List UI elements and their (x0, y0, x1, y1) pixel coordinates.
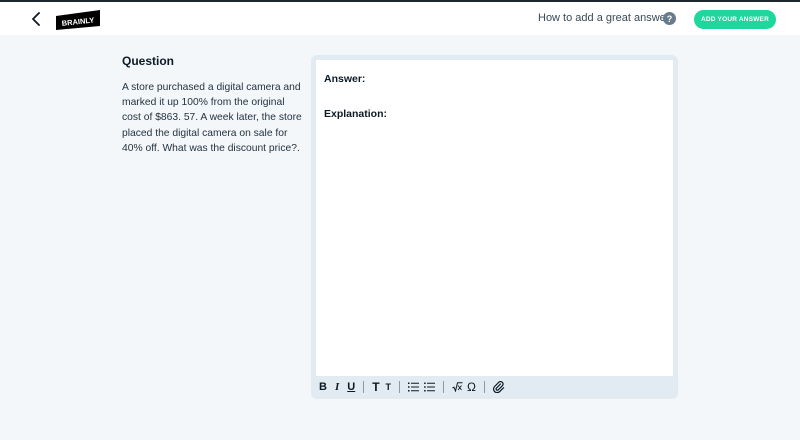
bullet-list-icon[interactable] (424, 379, 436, 395)
back-button[interactable] (28, 10, 44, 28)
add-answer-button[interactable]: ADD YOUR ANSWER (694, 10, 776, 29)
toolbar-divider (363, 381, 365, 393)
brainly-logo[interactable]: BRAINLY (55, 10, 101, 30)
toolbar-divider (443, 381, 445, 393)
omega-icon[interactable]: Ω (467, 379, 476, 395)
explanation-label: Explanation: (324, 108, 388, 120)
italic-icon[interactable]: I (335, 379, 339, 395)
bold-icon[interactable]: B (319, 379, 327, 395)
toolbar-divider (484, 381, 486, 393)
ordered-list-icon[interactable] (408, 379, 420, 395)
question-mark-icon[interactable]: ? (663, 12, 676, 25)
text-large-icon[interactable]: T (372, 379, 379, 395)
question-title: Question (122, 54, 175, 68)
header-bar: BRAINLY How to add a great answer ? ADD … (0, 2, 800, 35)
help-link[interactable]: How to add a great answer (538, 12, 669, 24)
underline-icon[interactable]: U (347, 379, 355, 395)
answer-label: Answer: (324, 73, 366, 85)
square-root-icon[interactable] (452, 379, 463, 395)
editor-toolbar: B I U T T Ω (316, 376, 673, 398)
paperclip-icon[interactable] (493, 379, 505, 395)
toolbar-divider (399, 381, 401, 393)
question-body: A store purchased a digital camera and m… (122, 82, 302, 154)
answer-textarea[interactable]: Answer: Explanation: (316, 60, 673, 376)
text-small-icon[interactable]: T (386, 379, 392, 395)
answer-editor: Answer: Explanation: B I U T T Ω (311, 55, 678, 399)
chevron-left-icon (32, 12, 40, 26)
